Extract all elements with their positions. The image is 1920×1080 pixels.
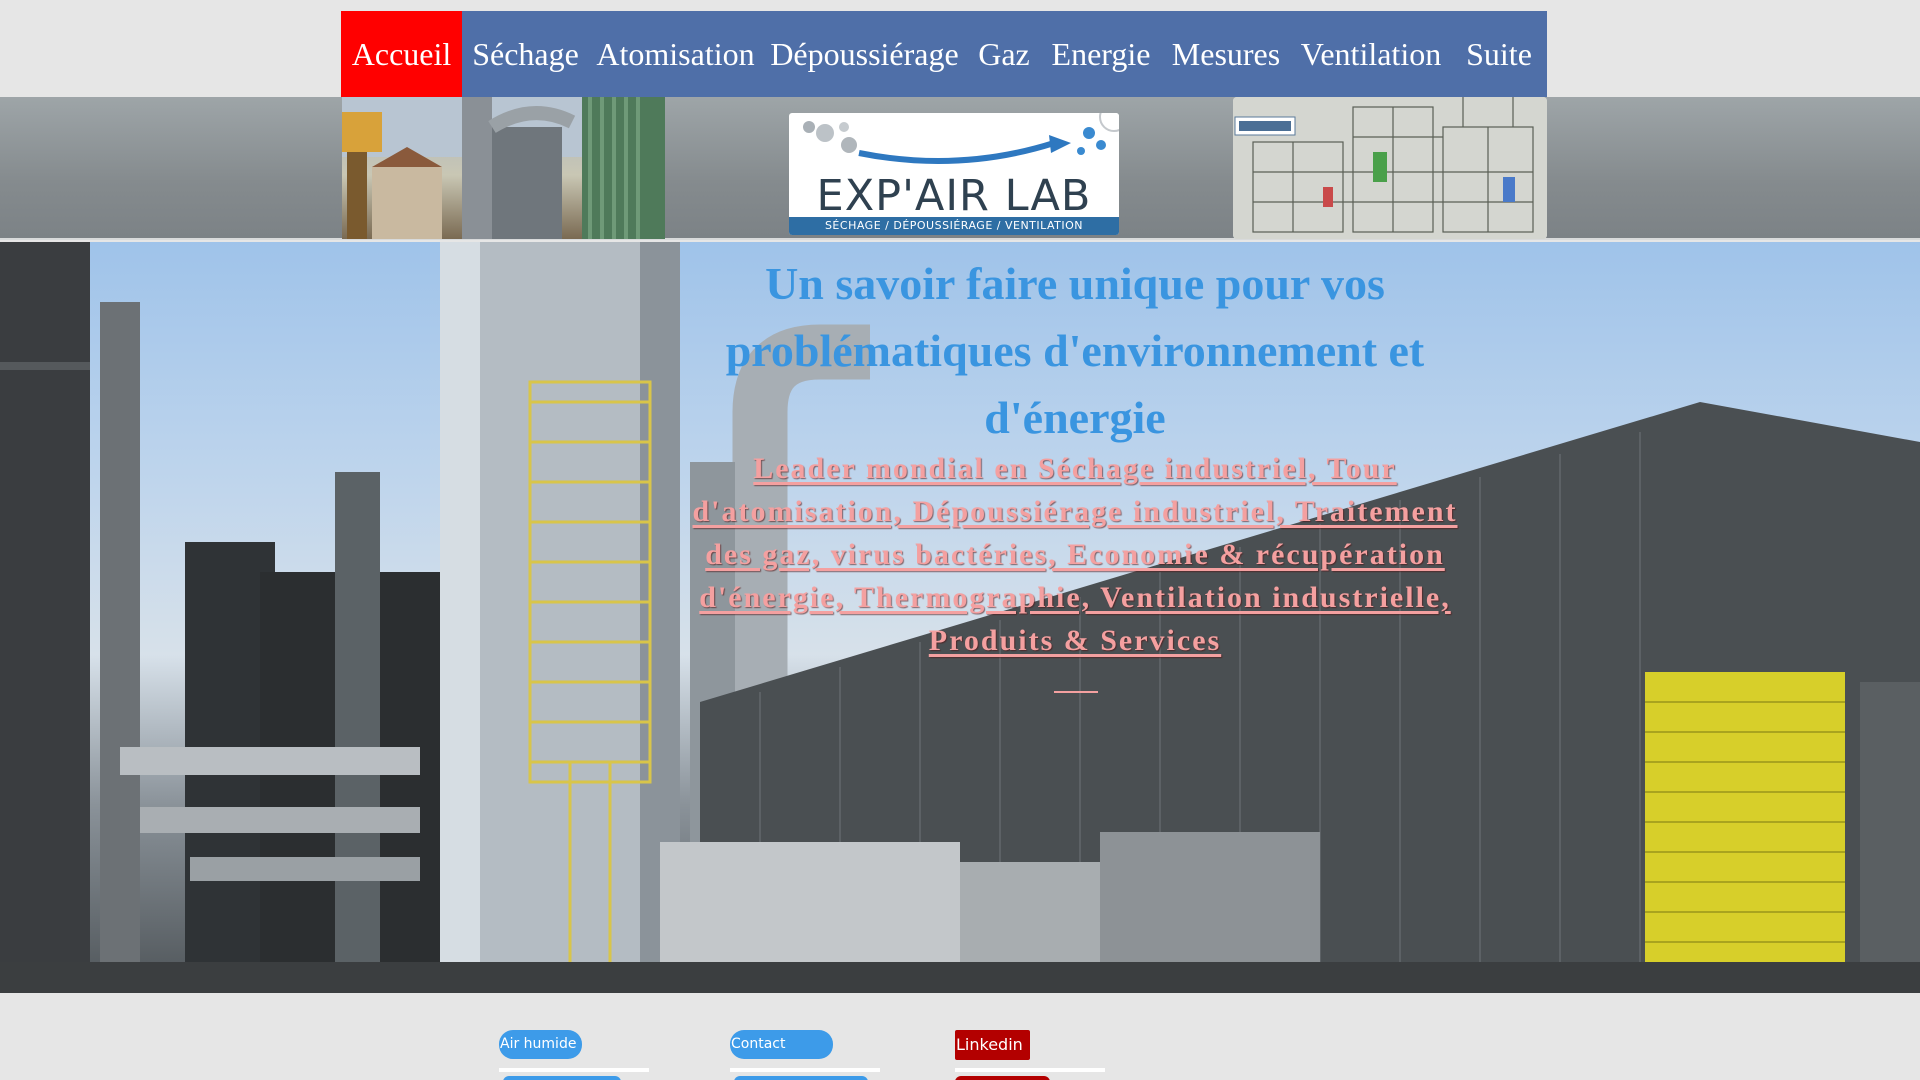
nav-item-atomisation[interactable]: Atomisation [589,11,762,97]
banner-photo-plant-drawing [1233,97,1547,239]
linkedin-next-button[interactable] [955,1076,1050,1080]
air-humide-next-button[interactable] [503,1076,621,1080]
nav-item-accueil[interactable]: Accueil [341,11,462,97]
hero-subtitle[interactable]: Leader mondial en Séchage industriel, To… [690,447,1460,662]
contact-button[interactable]: Contact [730,1030,833,1059]
hero-title: Un savoir faire unique pour vos probléma… [725,258,1425,443]
linkedin-underline [955,1068,1105,1072]
nav-item-energie[interactable]: Energie [1041,11,1161,97]
nav-item-gaz[interactable]: Gaz [967,11,1041,97]
company-logo[interactable]: EXP'AIR LAB SÉCHAGE / DÉPOUSSIÉRAGE / VE… [789,113,1119,235]
nav-item-depoussierage[interactable]: Dépoussiérage [762,11,967,97]
nav-item-sechage[interactable]: Séchage [462,11,589,97]
main-nav: Accueil Séchage Atomisation Dépoussiérag… [341,11,1547,97]
contact-next-button[interactable] [734,1076,868,1080]
banner: EXP'AIR LAB SÉCHAGE / DÉPOUSSIÉRAGE / VE… [0,97,1920,240]
nav-item-mesures[interactable]: Mesures [1161,11,1291,97]
footer: Air humide Contact Linkedin [0,993,1920,1080]
nav-item-ventilation[interactable]: Ventilation [1291,11,1451,97]
contact-underline [730,1068,880,1072]
hero-divider [1054,691,1098,693]
banner-photo-factory [342,97,665,239]
nav-item-suite[interactable]: Suite [1451,11,1547,97]
air-humide-underline [499,1068,649,1072]
logo-name: EXP'AIR LAB [816,171,1092,221]
logo-tagline: SÉCHAGE / DÉPOUSSIÉRAGE / VENTILATION [789,217,1119,235]
page: Accueil Séchage Atomisation Dépoussiérag… [0,0,1920,1080]
air-humide-button[interactable]: Air humide [499,1030,582,1059]
hero-section: Un savoir faire unique pour vos probléma… [0,242,1920,993]
linkedin-button[interactable]: Linkedin [955,1030,1030,1060]
